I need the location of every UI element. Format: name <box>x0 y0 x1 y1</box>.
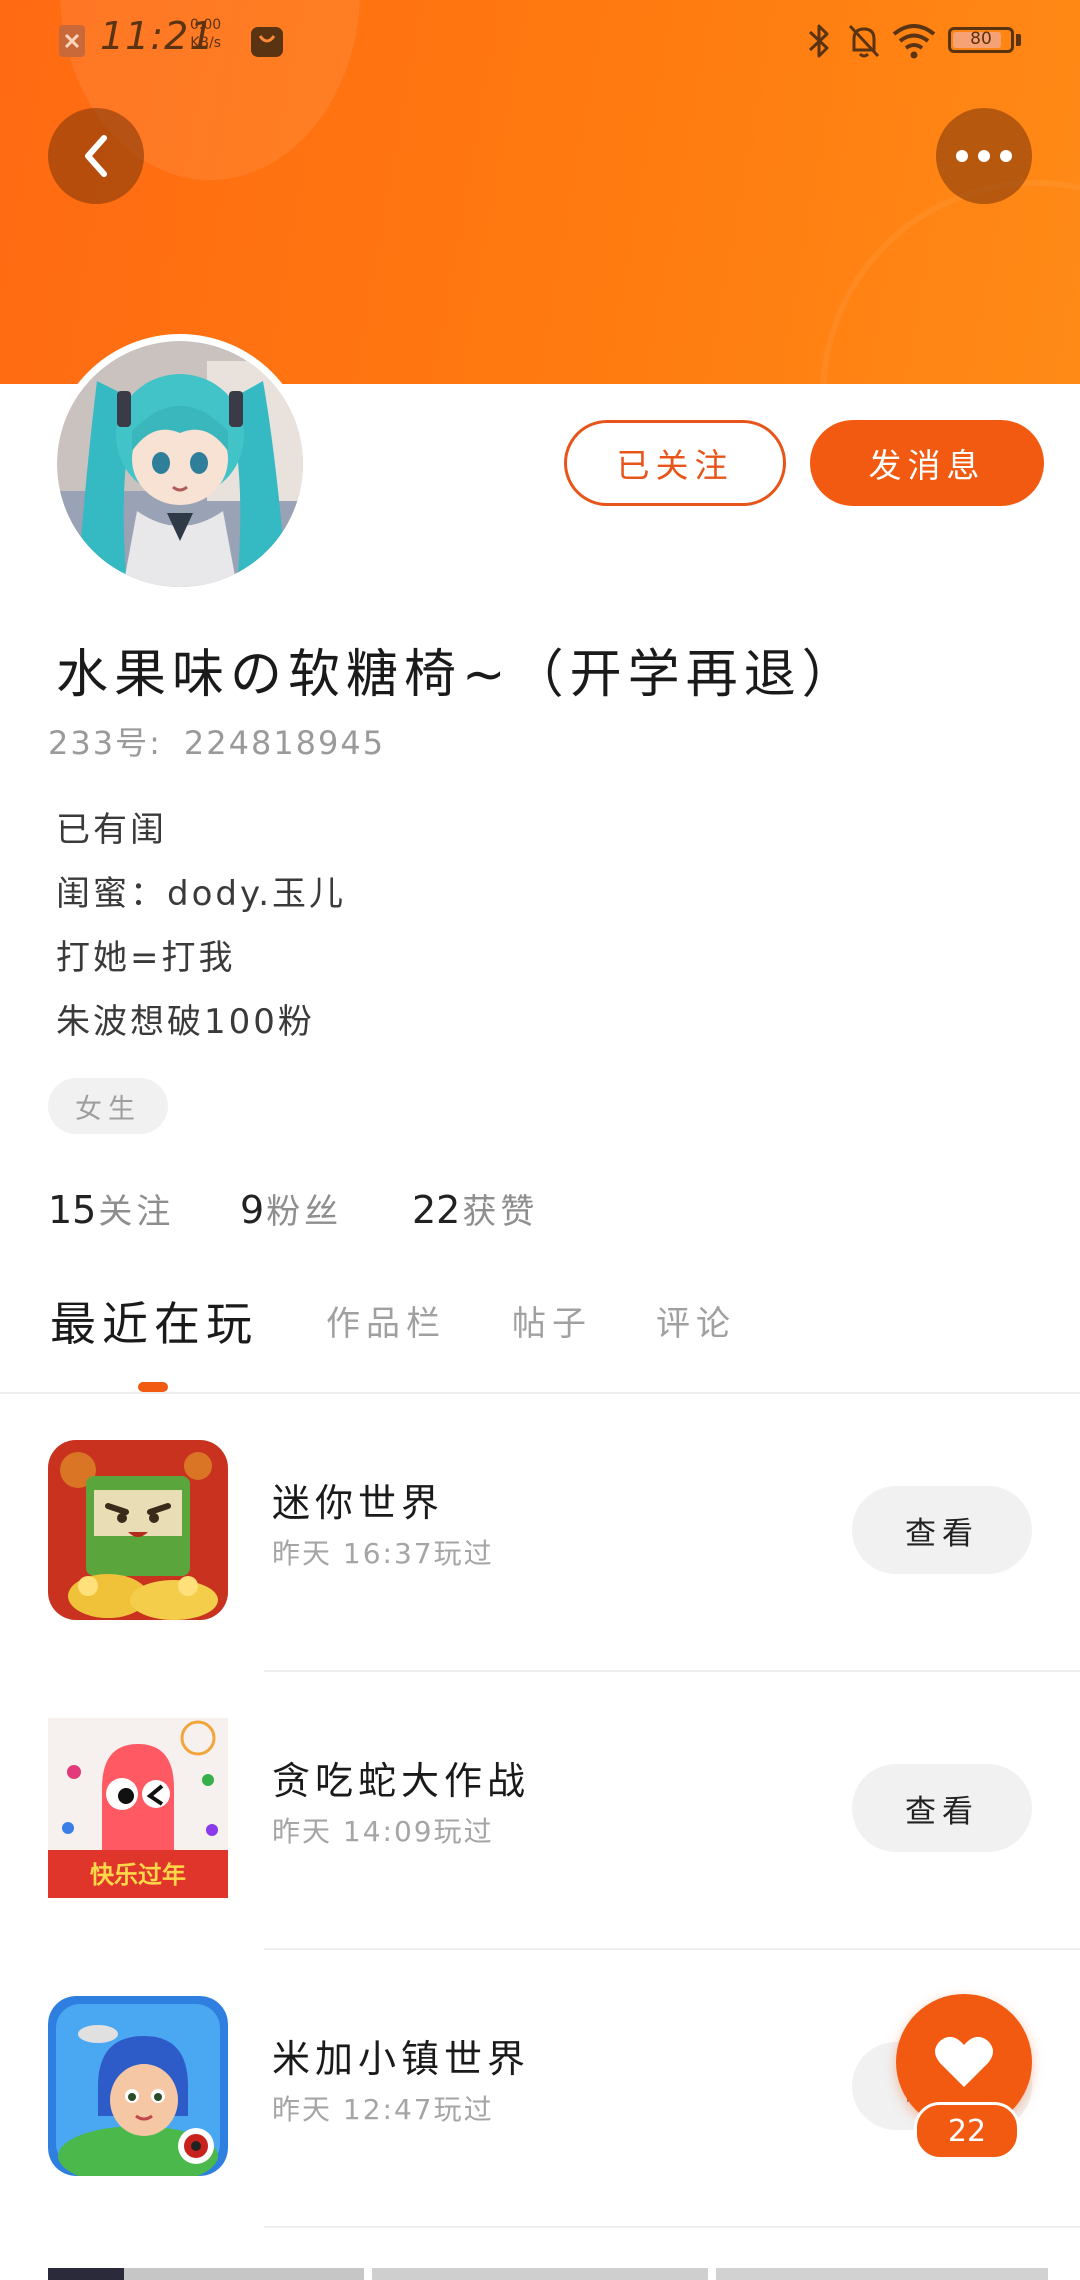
following-stat[interactable]: 15关注 <box>48 1184 174 1233</box>
game-icon-banner-text: 快乐过年 <box>90 1861 186 1889</box>
fans-label: 粉丝 <box>266 1192 343 1232</box>
game-last-played: 昨天 16:37玩过 <box>272 1537 494 1570</box>
tab-indicator <box>138 1382 168 1392</box>
like-count-badge: 22 <box>914 2102 1020 2160</box>
view-game-button[interactable]: 查看 <box>852 1486 1032 1574</box>
game-name: 米加小镇世界 <box>272 2037 531 2081</box>
bio-line: 朱波想破100粉 <box>56 1002 315 1042</box>
profile-nickname: 水果味の软糖椅~（开学再退） <box>56 645 860 705</box>
user-id-value[interactable]: 224818945 <box>184 724 385 762</box>
game-icon-mini-world <box>48 1440 228 1620</box>
user-id-row: 233号: 224818945 <box>48 718 385 764</box>
close-notification-icon <box>58 24 86 62</box>
gender-tag: 女生 <box>48 1078 168 1134</box>
likes-count: 22 <box>412 1188 461 1232</box>
game-icon-miga-town <box>48 1996 228 2176</box>
shopping-bag-icon <box>250 24 284 62</box>
battery-icon: 80 <box>948 27 1014 53</box>
game-name: 迷你世界 <box>272 1481 445 1525</box>
status-bar: 11:21 0.00 KB/s 80 <box>0 0 1080 80</box>
bio-line: 闺蜜：dody.玉儿 <box>56 874 347 914</box>
more-options-button[interactable] <box>936 108 1032 204</box>
following-button[interactable]: 已关注 <box>564 420 786 506</box>
more-dots-icon <box>956 150 1012 162</box>
game-last-played: 昨天 12:47玩过 <box>272 2093 494 2126</box>
chevron-left-icon <box>85 135 107 177</box>
game-icon-snake: 快乐过年 <box>48 1718 228 1898</box>
game-name: 贪吃蛇大作战 <box>272 1759 531 1803</box>
tab-recent-played[interactable]: 最近在玩 <box>50 1288 258 1354</box>
divider <box>264 2226 1080 2228</box>
tab-comments[interactable]: 评论 <box>656 1296 736 1345</box>
game-item-mini-world[interactable]: 迷你世界 昨天 16:37玩过 查看 <box>0 1394 1080 1672</box>
heart-icon <box>935 2036 993 2087</box>
following-label: 关注 <box>98 1192 175 1232</box>
game-item-snake[interactable]: 快乐过年 贪吃蛇大作战 昨天 14:09玩过 查看 <box>0 1672 1080 1950</box>
avatar[interactable] <box>50 334 310 594</box>
game-last-played: 昨天 14:09玩过 <box>272 1815 494 1848</box>
fans-count: 9 <box>240 1188 265 1232</box>
fans-stat[interactable]: 9粉丝 <box>240 1184 342 1233</box>
bluetooth-icon <box>806 22 832 64</box>
bell-muted-icon <box>846 22 882 64</box>
bio-line: 已有闺 <box>56 810 167 850</box>
back-button[interactable] <box>48 108 144 204</box>
likes-stat: 22获赞 <box>412 1184 538 1233</box>
bio-line: 打她=打我 <box>56 938 236 978</box>
send-message-button[interactable]: 发消息 <box>810 420 1044 506</box>
user-id-label: 233号: <box>48 724 162 762</box>
following-count: 15 <box>48 1188 97 1232</box>
tab-works[interactable]: 作品栏 <box>326 1296 446 1345</box>
tab-posts[interactable]: 帖子 <box>512 1296 592 1345</box>
likes-label: 获赞 <box>462 1192 539 1232</box>
network-speed: 0.00 KB/s <box>190 17 222 51</box>
view-game-button[interactable]: 查看 <box>852 1764 1032 1852</box>
wifi-icon <box>890 20 938 64</box>
works-preview-strip <box>48 2268 1048 2280</box>
